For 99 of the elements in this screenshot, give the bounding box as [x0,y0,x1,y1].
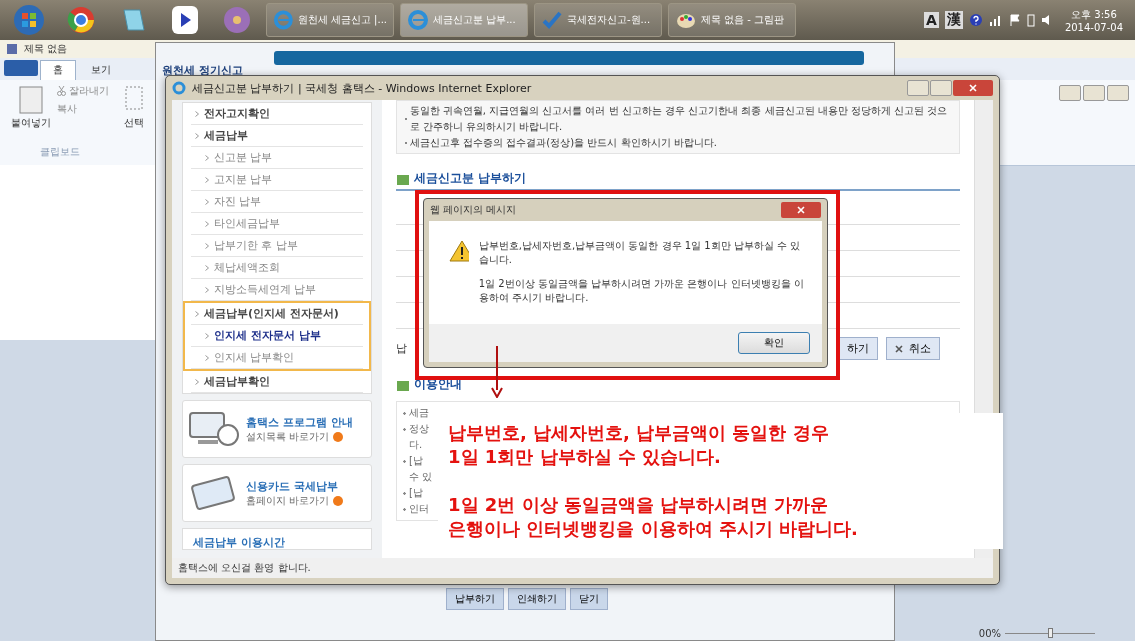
chevron-icon [205,286,209,293]
page-button[interactable]: 인쇄하기 [508,588,566,610]
close-icon [797,206,805,214]
guide-text: 수 있 [408,470,433,484]
hours-title: 세금납부 이용시간 [182,528,372,550]
save-icon [6,43,18,55]
chevron-icon [195,110,199,117]
computer-disc-icon [188,409,240,449]
arrow [491,346,503,398]
guide-text: 정상 [403,422,429,436]
paste-button[interactable]: 붙여넣기 [11,116,51,130]
chevron-icon [205,220,209,227]
menu-item[interactable]: 신고분 납부 [191,147,363,169]
guide-text: [납 [403,454,423,468]
menu-item[interactable]: 타인세금납부 [191,213,363,235]
guide-text: 세금 [403,406,429,420]
chevron-icon [205,242,209,249]
notice-text: 동일한 귀속연월, 지급연월의 신고서를 여러 번 신고하는 경우 신고기한내 최종 세금신고된 내용만 정당하게 신고된 것으로 간주하니 유의하시기 바랍니다. [409,104,949,134]
guide-text: [납 [403,486,423,500]
menu-section[interactable]: 세금납부확인 [191,371,363,393]
clock[interactable]: 오후 3:56 2014-07-04 [1058,7,1129,33]
close-button[interactable] [781,202,821,218]
card-title: 홈택스 프로그램 안내 [246,414,353,430]
menu-item[interactable]: 자진 납부 [191,191,363,213]
close-button[interactable] [1107,85,1129,101]
ribbon-tab[interactable]: 보기 [78,60,124,80]
cut-button[interactable]: 잘라내기 [69,84,109,98]
ime-indicator[interactable]: 漢 [944,11,963,29]
chevron-icon [195,378,199,385]
browser-icon [407,9,429,31]
promo-card[interactable]: 신용카드 국세납부 홈페이지 바로가기 [182,464,372,522]
help-icon[interactable] [968,13,983,27]
check-icon [541,9,563,31]
chevron-icon [205,332,209,339]
ime-indicator[interactable]: A [924,12,939,28]
zoom-slider[interactable] [1048,628,1053,638]
menu-section[interactable]: 세금납부(인지세 전자문서) [191,303,363,325]
cancel-button[interactable]: 취소 [886,337,940,360]
annotation-text: 납부번호, 납세자번호, 납부금액이 동일한 경우 1일 1회만 납부하실 수 있습니다. [448,421,830,469]
arrow-circle-icon [333,495,344,506]
pay-button[interactable]: 하기 [838,337,878,360]
guide-text: 다. [408,438,423,452]
dialog-title: 웹 페이지의 메시지 [430,203,517,217]
chevron-icon [195,310,199,317]
taskbar-button[interactable]: 원천세 세금신고 |... [266,3,394,37]
promo-card[interactable]: 홈택스 프로그램 안내 설치목록 바로가기 [182,400,372,458]
chevron-icon [205,354,209,361]
menu-item[interactable]: 지방소득세연계 납부 [191,279,363,301]
chevron-icon [205,154,209,161]
menu-section[interactable]: 전자고지확인 [191,103,363,125]
page-button[interactable]: 닫기 [570,588,608,610]
menu-item[interactable]: 고지분 납부 [191,169,363,191]
chevron-icon [205,264,209,271]
status-bar: 홈택스에 오신걸 환영 합니다. [172,558,993,578]
paint-title: 제목 없음 [24,42,68,56]
minimize-button[interactable] [1059,85,1081,101]
warning-icon [449,239,469,263]
flag-icon[interactable] [1008,14,1021,26]
chevron-icon [205,198,209,205]
card-link[interactable]: 설치목록 바로가기 [246,429,330,444]
dialog-message: 1일 2번이상 동일금액을 납부하시려면 가까운 은행이나 인터넷뱅킹을 이용하여 주시기 바랍니다. [478,277,805,305]
browser-icon [172,81,186,95]
page-button[interactable]: 납부하기 [446,588,504,610]
clipboard-icon [18,84,44,114]
chevron-icon [205,176,209,183]
scissors-icon [57,86,66,96]
close-icon [895,344,903,353]
signal-icon[interactable] [988,14,1003,26]
window-title: 세금신고분 납부하기 | 국세청 홈택스 - Windows Internet Explorer [192,80,532,96]
menu-section[interactable]: 세금납부 [191,125,363,147]
notice-text: 세금신고후 접수증의 접수결과(정상)을 반드시 확인하시기 바랍니다. [410,136,717,150]
card-title: 신용카드 국세납부 [246,478,339,494]
annotation-text: 1일 2번 이상 동일금액을 납부하시려면 가까운 은행이나 인터넷뱅킹을 이용하여 주시기 바랍니다. [448,493,859,541]
taskbar-button[interactable]: 국세전자신고-원... [534,3,662,37]
menu-item[interactable]: 인지세 전자문서 납부 [191,325,363,347]
section-title: 세금신고분 납부하기 [414,170,527,187]
menu-item[interactable]: 체납세액조회 [191,257,363,279]
maximize-button[interactable] [1083,85,1105,101]
ribbon-tab[interactable]: 홈 [40,60,76,80]
minimize-button[interactable] [907,80,929,96]
copy-button[interactable]: 복사 [57,102,109,116]
chevron-icon [195,132,199,139]
ok-button[interactable]: 확인 [738,332,810,354]
arrow-circle-icon [333,431,344,442]
zoom-level: 00% [978,627,1001,639]
menu-item[interactable]: 납부기한 후 납부 [191,235,363,257]
guide-text: 인터 [403,502,429,516]
browser-icon [273,9,294,31]
close-button[interactable] [953,80,993,96]
dialog-message: 납부번호,납세자번호,납부금액이 동일한 경우 1일 1회만 납부하실 수 있습니다. [478,239,802,267]
group-label: 클립보드 [40,145,80,159]
battery-icon[interactable] [1026,13,1035,27]
field-label: 납 [396,341,407,356]
maximize-button[interactable] [930,80,952,96]
select-button[interactable]: 선택 [124,116,144,130]
menu-item[interactable]: 인지세 납부확인 [191,347,363,369]
close-icon [969,84,977,92]
taskbar-button[interactable]: 제목 없음 - 그림판 [668,3,796,37]
card-link[interactable]: 홈페이지 바로가기 [246,493,330,508]
